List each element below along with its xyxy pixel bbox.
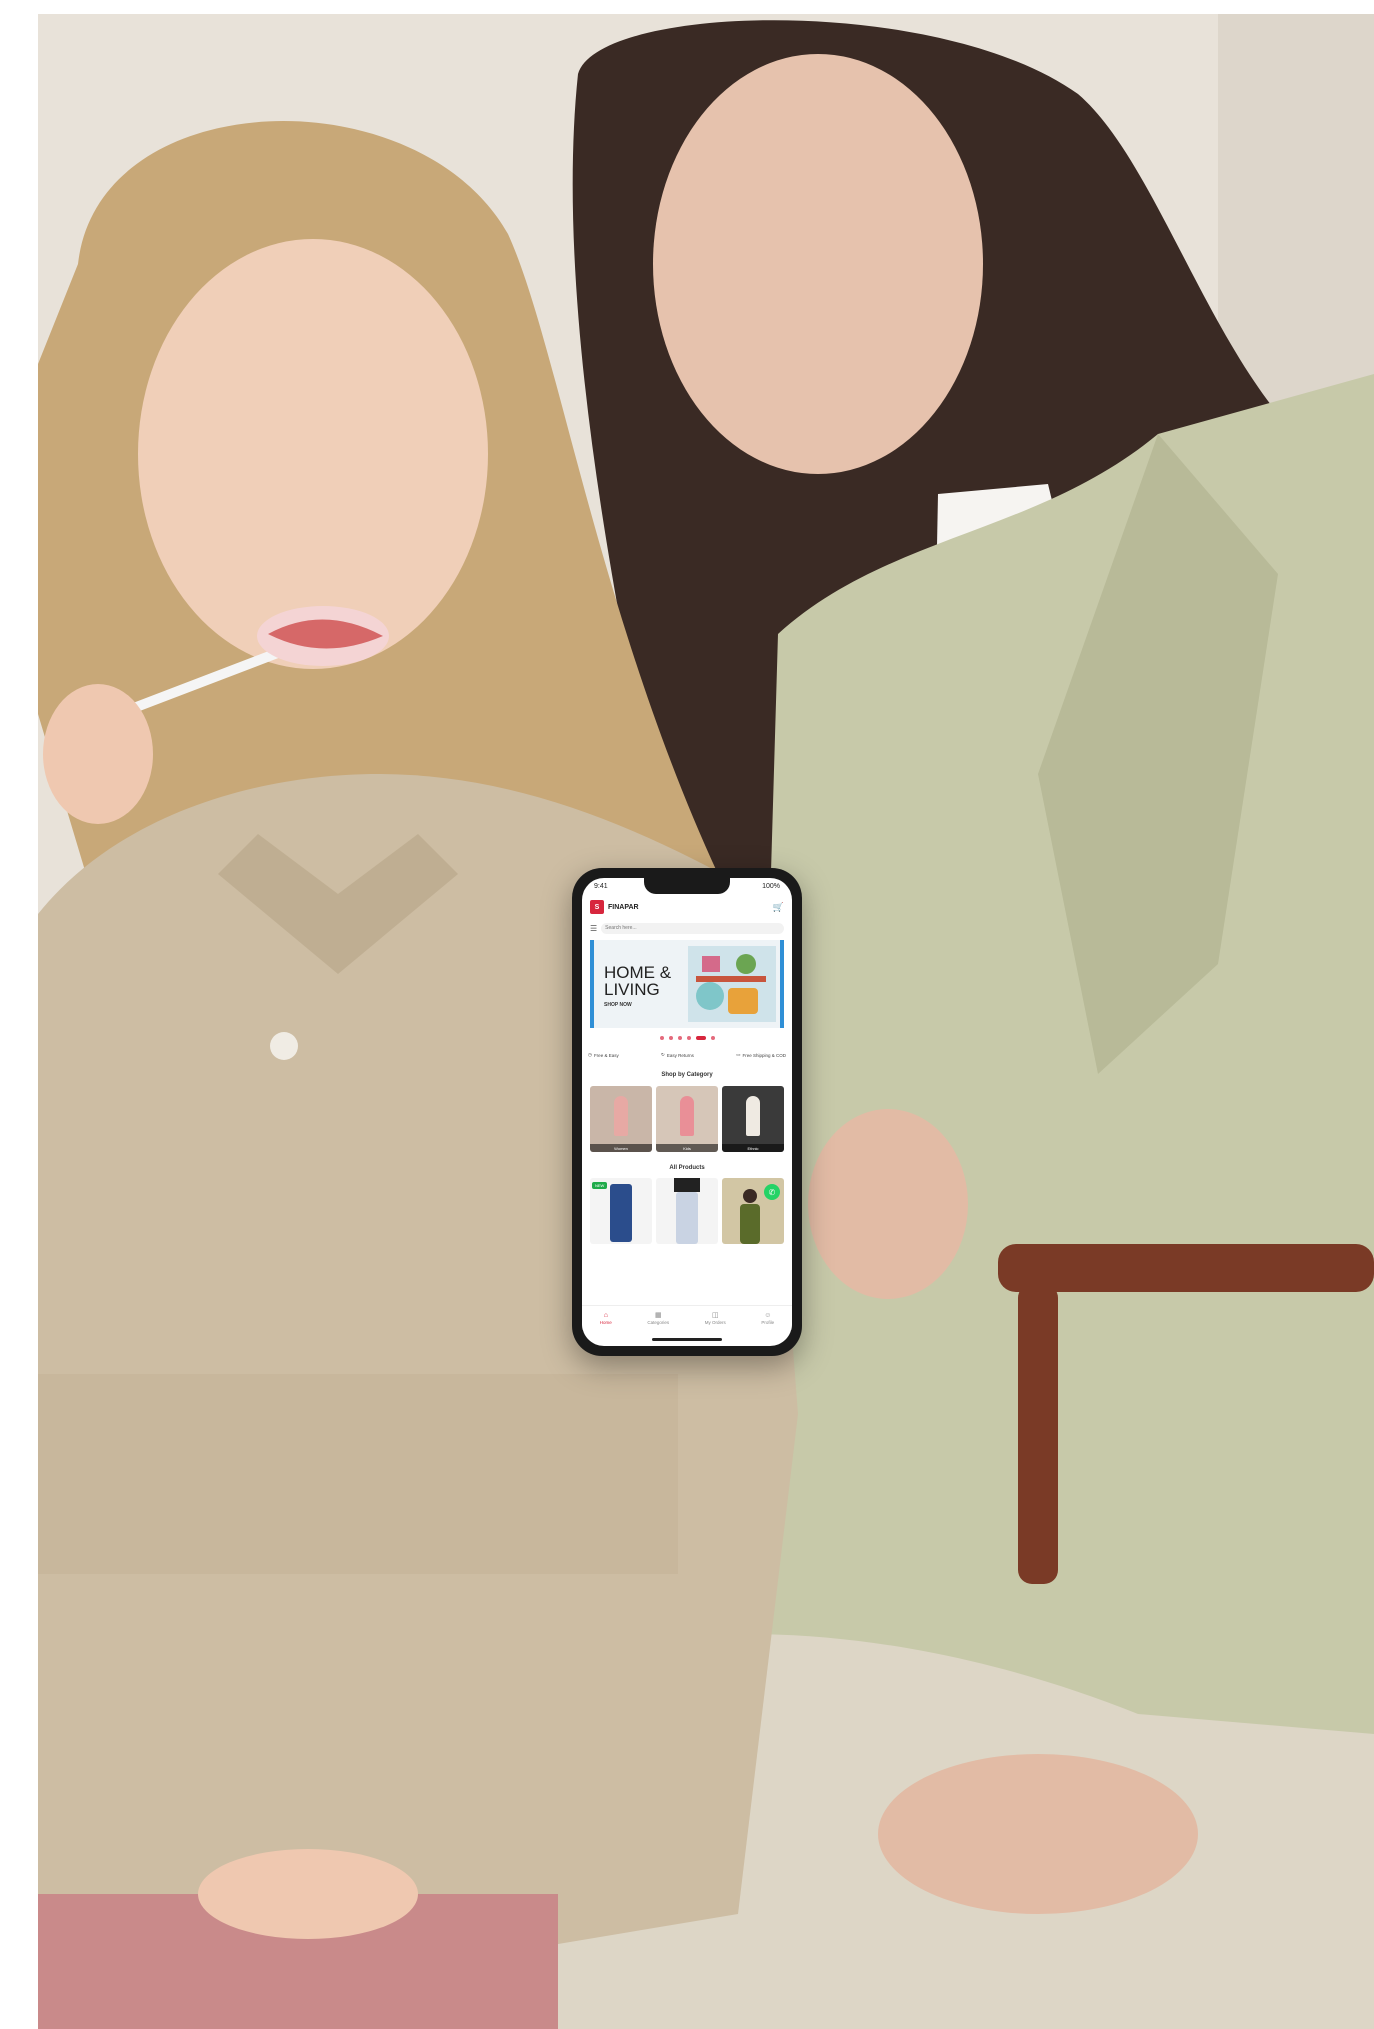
home-indicator: [652, 1338, 722, 1341]
category-card[interactable]: Women: [590, 1086, 652, 1152]
product-card[interactable]: ✆: [722, 1178, 784, 1244]
feature-label: Easy Returns: [666, 1052, 694, 1058]
grid-icon: ▦: [654, 1312, 662, 1319]
feature-label: Free Shipping & COD: [742, 1052, 786, 1058]
category-row: Women Kids Ethnic: [590, 1086, 784, 1152]
search-input[interactable]: [601, 922, 784, 934]
brand-name: FINAPAR: [608, 903, 639, 911]
truck-icon: ▭: [736, 1052, 741, 1057]
product-card[interactable]: NEW: [590, 1178, 652, 1244]
bottom-nav: ⌂ Home ▦ Categories ◫ My Orders ☺ Profil…: [582, 1305, 792, 1330]
feature-label: Free & Easy: [593, 1052, 619, 1058]
carousel-dot[interactable]: [677, 1036, 682, 1040]
bag-icon: ◫: [711, 1312, 719, 1319]
feature-item: ↻ Easy Returns: [661, 1052, 694, 1058]
nav-label: Home: [599, 1319, 612, 1325]
feature-item: ◷ Free & Easy: [588, 1052, 619, 1058]
carousel-dot[interactable]: [659, 1036, 664, 1040]
user-icon: ☺: [764, 1311, 772, 1319]
carousel-dot-active[interactable]: [695, 1036, 706, 1040]
carousel-dot[interactable]: [710, 1036, 715, 1040]
home-icon: ⌂: [603, 1311, 608, 1319]
status-battery: 100%: [762, 882, 780, 890]
nav-item-orders[interactable]: ◫ My Orders: [705, 1311, 726, 1325]
refresh-icon: ↻: [661, 1052, 665, 1057]
banner-cta[interactable]: SHOP NOW: [604, 1002, 632, 1008]
menu-icon[interactable]: ☰: [590, 924, 597, 933]
categories-section-title: Shop by Category: [661, 1072, 713, 1078]
search-row: ☰: [590, 921, 784, 935]
app-header: S FINAPAR 🛒: [582, 896, 792, 918]
banner-title: HOME & LIVING: [604, 963, 672, 999]
products-section-title: All Products: [669, 1165, 705, 1171]
phone-screen: 9:41 100% S FINAPAR 🛒 ☰ HOME & LIVING SH…: [582, 878, 792, 1346]
category-card[interactable]: Ethnic: [722, 1086, 784, 1152]
cart-icon[interactable]: 🛒: [773, 902, 784, 913]
nav-item-categories[interactable]: ▦ Categories: [647, 1311, 669, 1325]
category-caption: Ethnic: [722, 1144, 784, 1152]
smartphone: 9:41 100% S FINAPAR 🛒 ☰ HOME & LIVING SH…: [572, 868, 802, 1356]
carousel-dot[interactable]: [668, 1036, 673, 1040]
banner-image: [688, 946, 776, 1022]
clock-icon: ◷: [588, 1052, 592, 1057]
category-image: [680, 1096, 694, 1136]
carousel-dot[interactable]: [686, 1036, 691, 1040]
category-caption: Kids: [656, 1144, 718, 1152]
feature-item: ▭ Free Shipping & COD: [736, 1052, 786, 1058]
nav-label: Categories: [647, 1320, 670, 1325]
category-image: [746, 1096, 760, 1136]
nav-item-profile[interactable]: ☺ Profile: [761, 1312, 774, 1325]
whatsapp-icon[interactable]: ✆: [764, 1184, 780, 1200]
carousel-dots: [582, 1036, 792, 1040]
promo-banner[interactable]: HOME & LIVING SHOP NOW: [590, 940, 784, 1028]
product-badge: NEW: [592, 1182, 608, 1189]
feature-strip: ◷ Free & Easy ↻ Easy Returns ▭ Free Ship…: [588, 1052, 786, 1058]
brand-logo-text: S: [594, 903, 600, 911]
brand-logo[interactable]: S: [590, 900, 604, 914]
category-card[interactable]: Kids: [656, 1086, 718, 1152]
product-image: [674, 1178, 700, 1244]
category-caption: Women: [590, 1144, 652, 1152]
category-image: [614, 1096, 628, 1136]
nav-label: My Orders: [704, 1320, 726, 1325]
product-row: NEW ✆: [590, 1178, 784, 1244]
status-time: 9:41: [594, 882, 608, 890]
nav-label: Profile: [761, 1319, 775, 1325]
phone-notch: [644, 878, 730, 894]
nav-item-home[interactable]: ⌂ Home: [600, 1312, 612, 1325]
product-card[interactable]: [656, 1178, 718, 1244]
